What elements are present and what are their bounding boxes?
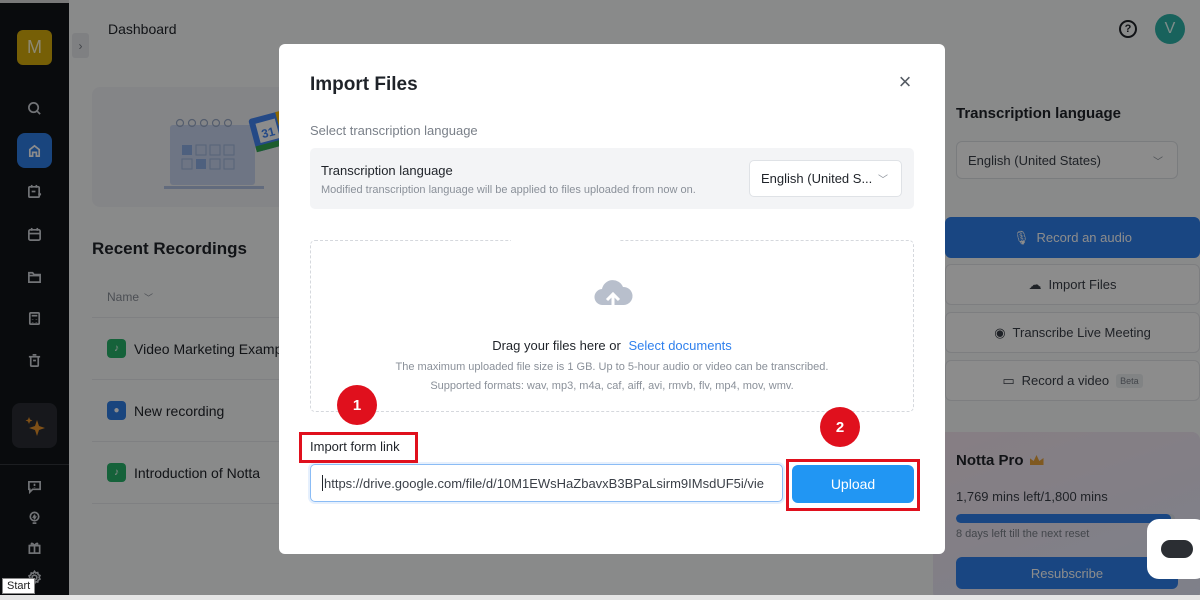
drop-instruction: Drag your files here or Select documents	[311, 338, 913, 353]
chevron-down-icon: ﹀	[878, 175, 888, 186]
annotation-box-import-label	[299, 432, 418, 463]
language-select-value: English (United S...	[761, 171, 873, 186]
language-select[interactable]: English (United S... ﹀	[749, 160, 902, 197]
language-label: Transcription language	[321, 163, 453, 178]
cloud-upload-icon	[594, 280, 633, 309]
step-badge-1: 1	[337, 385, 377, 425]
import-link-input[interactable]: https://drive.google.com/file/d/10M1EWsH…	[310, 464, 783, 502]
taskbar	[0, 595, 1200, 600]
modal-title: Import Files	[310, 74, 418, 95]
step-badge-2: 2	[820, 407, 860, 447]
start-tooltip: Start	[2, 578, 36, 594]
text-caret	[322, 475, 323, 491]
chat-icon	[1161, 540, 1193, 558]
chat-support-button[interactable]	[1147, 519, 1200, 579]
language-setting-box: Transcription language Modified transcri…	[310, 148, 914, 209]
drop-text: Drag your files here or	[492, 338, 621, 353]
file-dropzone[interactable]: Drag your files here or Select documents…	[310, 239, 914, 412]
formats-text: Supported formats: wav, mp3, m4a, caf, a…	[430, 380, 794, 392]
language-description: Modified transcription language will be …	[321, 184, 696, 196]
modal-subtitle: Select transcription language	[310, 123, 478, 138]
close-icon[interactable]: ×	[893, 69, 917, 94]
select-documents-link[interactable]: Select documents	[628, 338, 731, 353]
annotation-box-upload	[786, 459, 920, 511]
size-limit-text: The maximum uploaded file size is 1 GB. …	[395, 361, 829, 373]
import-link-value: https://drive.google.com/file/d/10M1EWsH…	[324, 475, 765, 491]
